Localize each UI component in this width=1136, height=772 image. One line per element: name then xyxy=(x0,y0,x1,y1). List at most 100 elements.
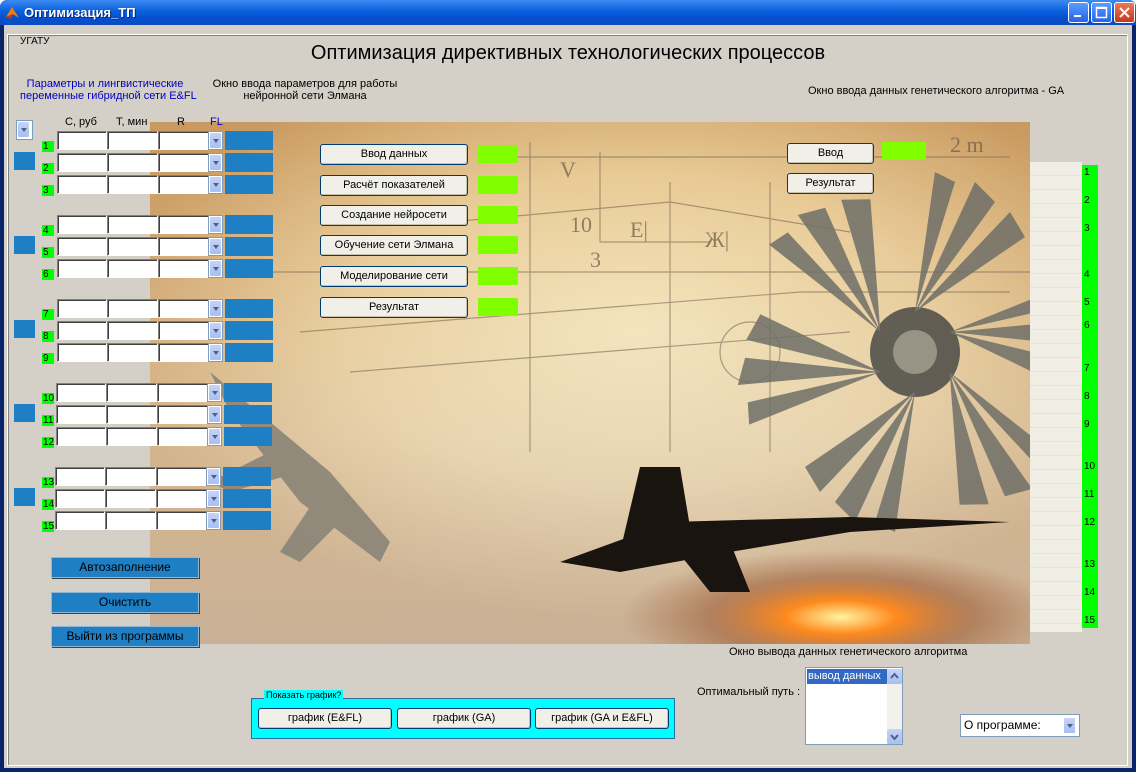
time-input[interactable] xyxy=(107,175,158,194)
cost-input[interactable] xyxy=(56,405,106,424)
autofill-button[interactable]: Автозаполнение xyxy=(51,557,199,578)
r-input[interactable] xyxy=(156,511,207,530)
r-input[interactable] xyxy=(158,259,209,278)
cost-input[interactable] xyxy=(57,237,107,256)
group-selector[interactable] xyxy=(14,404,35,422)
chevron-down-icon xyxy=(210,155,221,170)
fl-dropdown[interactable] xyxy=(208,215,223,234)
about-select-arrow[interactable] xyxy=(1063,717,1078,734)
svg-text:10: 10 xyxy=(570,212,592,237)
cost-input[interactable] xyxy=(56,427,106,446)
r-input[interactable] xyxy=(158,153,209,172)
group-selector[interactable] xyxy=(14,152,35,170)
fl-dropdown[interactable] xyxy=(208,237,223,256)
time-input[interactable] xyxy=(107,343,158,362)
exit-button[interactable]: Выйти из программы xyxy=(51,626,199,647)
fl-value-field xyxy=(224,383,272,402)
fl-dropdown[interactable] xyxy=(208,259,223,278)
time-input[interactable] xyxy=(107,237,158,256)
listbox-scrollbar[interactable] xyxy=(887,669,902,744)
cost-input[interactable] xyxy=(57,343,107,362)
fl-dropdown[interactable] xyxy=(207,427,222,446)
cost-input[interactable] xyxy=(55,511,105,530)
cost-input[interactable] xyxy=(57,175,107,194)
fl-dropdown[interactable] xyxy=(207,383,222,402)
cost-input[interactable] xyxy=(57,259,107,278)
fl-dropdown[interactable] xyxy=(208,343,223,362)
fl-dropdown[interactable] xyxy=(206,489,221,508)
clear-button[interactable]: Очистить xyxy=(51,592,199,613)
r-input[interactable] xyxy=(158,321,209,340)
time-input[interactable] xyxy=(106,427,157,446)
fl-dropdown[interactable] xyxy=(208,131,223,150)
group-selector[interactable] xyxy=(14,488,35,506)
fl-dropdown[interactable] xyxy=(208,175,223,194)
time-input[interactable] xyxy=(106,383,157,402)
nn-button[interactable]: Результат xyxy=(320,297,468,318)
close-button[interactable] xyxy=(1114,2,1135,23)
nn-button[interactable]: Создание нейросети xyxy=(320,205,468,226)
header-dropdown[interactable] xyxy=(16,120,33,140)
nn-button[interactable]: Обучение сети Элмана xyxy=(320,235,468,256)
cost-input[interactable] xyxy=(57,299,107,318)
ga-result-button[interactable]: Результат xyxy=(787,173,874,194)
nn-status-indicator xyxy=(478,298,518,316)
optimal-path-listbox[interactable]: вывод данных xyxy=(805,667,903,745)
fl-value-field xyxy=(224,405,272,424)
scroll-up-icon[interactable] xyxy=(887,669,902,684)
fl-value-field xyxy=(225,153,273,172)
maximize-button[interactable] xyxy=(1091,2,1112,23)
nn-button[interactable]: Ввод данных xyxy=(320,144,468,165)
cost-input[interactable] xyxy=(55,489,105,508)
group-selector[interactable] xyxy=(14,320,35,338)
r-input[interactable] xyxy=(156,467,207,486)
about-select[interactable]: О программе: xyxy=(960,714,1080,737)
column-header-c: С, руб xyxy=(65,116,97,128)
r-input[interactable] xyxy=(158,131,209,150)
r-input[interactable] xyxy=(158,343,209,362)
scroll-down-icon[interactable] xyxy=(887,729,902,744)
time-input[interactable] xyxy=(106,405,157,424)
time-input[interactable] xyxy=(107,215,158,234)
fl-dropdown[interactable] xyxy=(207,405,222,424)
r-input[interactable] xyxy=(158,299,209,318)
row-number: 4 xyxy=(42,225,54,236)
fl-dropdown[interactable] xyxy=(206,467,221,486)
r-input[interactable] xyxy=(157,383,208,402)
r-input[interactable] xyxy=(156,489,207,508)
time-input[interactable] xyxy=(107,321,158,340)
time-input[interactable] xyxy=(107,153,158,172)
cost-input[interactable] xyxy=(57,131,107,150)
nn-button[interactable]: Моделирование сети xyxy=(320,266,468,287)
time-input[interactable] xyxy=(105,467,156,486)
r-input[interactable] xyxy=(158,237,209,256)
r-input[interactable] xyxy=(157,427,208,446)
nn-button[interactable]: Расчёт показателей xyxy=(320,175,468,196)
fl-dropdown[interactable] xyxy=(208,321,223,340)
time-input[interactable] xyxy=(107,131,158,150)
cost-input[interactable] xyxy=(57,215,107,234)
graph-ga-button[interactable]: график (GA) xyxy=(397,708,531,729)
graph-ga-efl-button[interactable]: график (GA и E&FL) xyxy=(535,708,669,729)
minimize-button[interactable] xyxy=(1068,2,1089,23)
ga-input-button[interactable]: Ввод xyxy=(787,143,874,164)
r-input[interactable] xyxy=(158,175,209,194)
time-input[interactable] xyxy=(105,489,156,508)
fl-dropdown[interactable] xyxy=(206,511,221,530)
time-input[interactable] xyxy=(107,299,158,318)
list-item[interactable]: вывод данных xyxy=(807,669,887,684)
aircraft-illustration: V Е| 10 Ж| 3 2 m xyxy=(150,122,1030,644)
time-input[interactable] xyxy=(107,259,158,278)
graph-efl-button[interactable]: график (E&FL) xyxy=(258,708,392,729)
title-bar[interactable]: Оптимизация_ТП xyxy=(0,0,1136,25)
fl-dropdown[interactable] xyxy=(208,153,223,172)
cost-input[interactable] xyxy=(57,321,107,340)
time-input[interactable] xyxy=(105,511,156,530)
fl-dropdown[interactable] xyxy=(208,299,223,318)
cost-input[interactable] xyxy=(57,153,107,172)
group-selector[interactable] xyxy=(14,236,35,254)
cost-input[interactable] xyxy=(55,467,105,486)
r-input[interactable] xyxy=(157,405,208,424)
cost-input[interactable] xyxy=(56,383,106,402)
r-input[interactable] xyxy=(158,215,209,234)
